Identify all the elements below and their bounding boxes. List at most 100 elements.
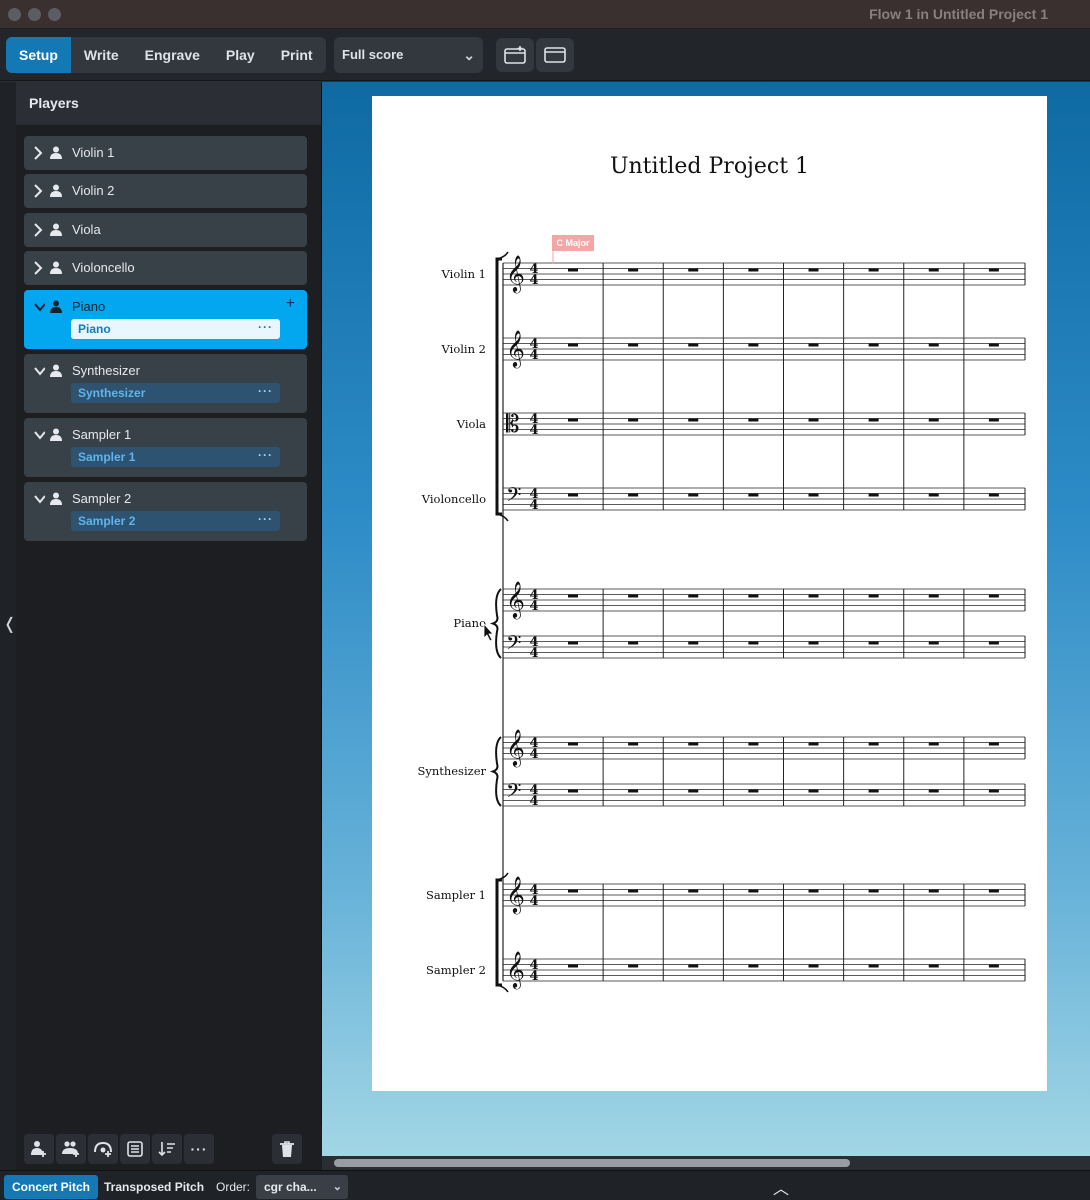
whole-rest xyxy=(868,268,879,272)
new-tab-button[interactable] xyxy=(496,38,534,72)
add-solo-player-button[interactable] xyxy=(24,1134,54,1164)
whole-rest xyxy=(928,789,939,793)
person-icon xyxy=(50,300,62,313)
staff-label: Sampler 2 xyxy=(426,963,486,977)
layout-select[interactable]: Full score ⌄ xyxy=(334,37,483,73)
staff-label: Violoncello xyxy=(421,492,486,506)
whole-rest xyxy=(688,742,699,746)
whole-rest xyxy=(988,268,999,272)
clef-symbol: 𝄞 xyxy=(506,950,525,989)
whole-rest xyxy=(808,889,819,893)
chevron-down-icon: ⌄ xyxy=(463,47,475,63)
score-view[interactable]: Untitled Project 1 Violin 1 Violin 2 Viola… xyxy=(322,82,1090,1156)
window-title: Flow 1 in Untitled Project 1 xyxy=(869,6,1048,22)
instrument-menu-button[interactable]: ··· xyxy=(258,512,273,526)
player-card-violoncello[interactable]: Violoncello xyxy=(24,251,307,285)
chevron-down-icon[interactable] xyxy=(33,428,45,442)
whole-rest xyxy=(928,742,939,746)
close-window-button[interactable] xyxy=(8,8,21,21)
time-signature-denominator: 4 xyxy=(529,423,538,438)
mode-play-tab[interactable]: Play xyxy=(213,37,268,73)
mode-switcher: Setup Write Engrave Play Print xyxy=(6,37,326,73)
instrument-card-synthesizer[interactable]: Synthesizer ··· xyxy=(71,383,280,403)
whole-rest xyxy=(688,964,699,968)
expand-lower-zone-icon[interactable]: ︿ xyxy=(773,1175,789,1199)
chevron-right-icon[interactable] xyxy=(33,146,43,160)
transposed-pitch-button[interactable]: Transposed Pitch xyxy=(96,1175,212,1199)
minimize-window-button[interactable] xyxy=(28,8,41,21)
chevron-down-icon[interactable] xyxy=(33,300,45,314)
instrument-card-sampler-2[interactable]: Sampler 2 ··· xyxy=(71,511,280,531)
mode-print-tab[interactable]: Print xyxy=(268,37,326,73)
brace xyxy=(489,736,502,807)
score-page[interactable]: Untitled Project 1 Violin 1 Violin 2 Viola… xyxy=(372,96,1047,1091)
instrument-name: Sampler 2 xyxy=(78,514,136,528)
instrument-menu-button[interactable]: ··· xyxy=(258,320,273,334)
whole-rest xyxy=(628,641,639,645)
mode-engrave-tab[interactable]: Engrave xyxy=(132,37,213,73)
player-card-violin-1[interactable]: Violin 1 xyxy=(24,136,307,170)
add-ensemble-button[interactable] xyxy=(88,1134,118,1164)
time-signature-denominator: 4 xyxy=(529,348,538,363)
whole-rest xyxy=(568,742,578,746)
whole-rest xyxy=(688,343,699,347)
whole-rest xyxy=(808,268,819,272)
instrument-card-sampler-1[interactable]: Sampler 1 ··· xyxy=(71,447,280,467)
chevron-right-icon[interactable] xyxy=(33,261,43,275)
players-panel: Players Violin 1 Violin 2 Viola Violonce… xyxy=(16,82,322,1170)
whole-rest xyxy=(868,789,879,793)
whole-rest xyxy=(928,418,939,422)
person-icon xyxy=(50,364,62,377)
whole-rest xyxy=(868,418,879,422)
player-card-violin-2[interactable]: Violin 2 xyxy=(24,174,307,208)
whole-rest xyxy=(928,343,939,347)
instrument-menu-button[interactable]: ··· xyxy=(258,384,273,398)
instrument-menu-button[interactable]: ··· xyxy=(258,448,273,462)
whole-rest xyxy=(868,889,879,893)
collapse-panel-icon[interactable]: ❬ xyxy=(3,614,16,634)
whole-rest xyxy=(808,742,819,746)
staff-label: Synthesizer xyxy=(417,764,486,778)
player-card-sampler-1[interactable]: Sampler 1 Sampler 1 ··· xyxy=(24,418,307,477)
player-card-sampler-2[interactable]: Sampler 2 Sampler 2 ··· xyxy=(24,482,307,541)
concert-pitch-button[interactable]: Concert Pitch xyxy=(4,1175,99,1199)
whole-rest xyxy=(988,742,999,746)
chevron-right-icon[interactable] xyxy=(33,223,43,237)
zoom-window-button[interactable] xyxy=(48,8,61,21)
order-select[interactable]: cgr cha... ⌄ xyxy=(256,1175,348,1199)
scrollbar-thumb[interactable] xyxy=(334,1159,850,1167)
delete-player-button[interactable] xyxy=(272,1134,302,1164)
staff-label: Violin 1 xyxy=(441,267,486,281)
chevron-right-icon[interactable] xyxy=(33,184,43,198)
player-card-piano[interactable]: Piano + Piano ··· xyxy=(24,290,307,349)
whole-rest xyxy=(808,964,819,968)
more-options-button[interactable]: ··· xyxy=(184,1134,214,1164)
instrument-card-piano[interactable]: Piano ··· xyxy=(71,319,280,339)
whole-rest xyxy=(748,418,759,422)
whole-rest xyxy=(868,742,879,746)
player-name: Violin 2 xyxy=(72,183,115,198)
whole-rest xyxy=(748,268,759,272)
chevron-down-icon[interactable] xyxy=(33,492,45,506)
whole-rest xyxy=(748,493,759,497)
add-instrument-button[interactable]: + xyxy=(286,295,295,313)
players-panel-title: Players xyxy=(16,82,321,125)
players-panel-footer: ··· xyxy=(16,1126,322,1170)
player-name: Sampler 1 xyxy=(72,427,132,442)
whole-rest xyxy=(928,493,939,497)
whole-rest xyxy=(568,641,578,645)
order-select-value: cgr cha... xyxy=(264,1180,317,1194)
horizontal-scrollbar[interactable] xyxy=(322,1156,1090,1170)
whole-rest xyxy=(928,641,939,645)
player-name: Viola xyxy=(72,222,101,237)
sort-players-button[interactable] xyxy=(152,1134,182,1164)
window-toggle-button[interactable] xyxy=(536,38,574,72)
whole-rest xyxy=(628,268,639,272)
player-card-viola[interactable]: Viola xyxy=(24,213,307,247)
mode-write-tab[interactable]: Write xyxy=(71,37,132,73)
add-section-player-button[interactable] xyxy=(56,1134,86,1164)
player-properties-button[interactable] xyxy=(120,1134,150,1164)
chevron-down-icon[interactable] xyxy=(33,364,45,378)
mode-setup-tab[interactable]: Setup xyxy=(6,37,71,73)
player-card-synthesizer[interactable]: Synthesizer Synthesizer ··· xyxy=(24,354,307,413)
